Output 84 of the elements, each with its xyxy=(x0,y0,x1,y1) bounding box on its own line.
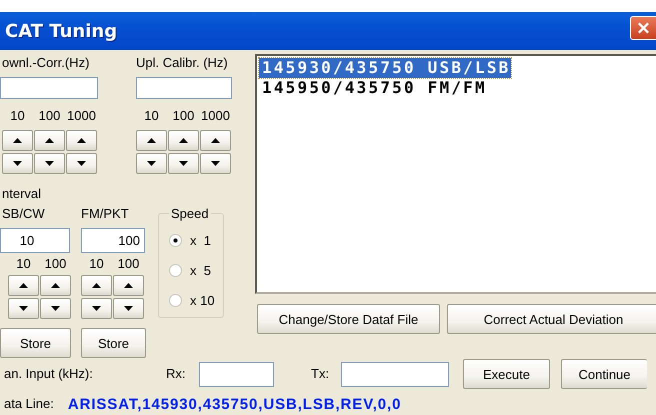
step-down-button[interactable] xyxy=(40,298,71,319)
input-field[interactable] xyxy=(341,362,449,387)
step-up-button[interactable] xyxy=(136,130,167,151)
window-title: CAT Tuning xyxy=(5,20,118,42)
field-label: Upl. Calibr. (Hz) xyxy=(136,55,229,71)
up-triangle-icon xyxy=(13,138,22,143)
step-down-button[interactable] xyxy=(168,153,199,174)
field-label: ownl.-Corr.(Hz) xyxy=(1,55,90,71)
step-down-button[interactable] xyxy=(66,153,97,174)
store-button[interactable]: Store xyxy=(0,328,71,358)
up-triangle-icon xyxy=(77,138,86,143)
step-up-button[interactable] xyxy=(34,130,65,151)
section-label: nterval xyxy=(1,186,42,202)
radio-label[interactable]: x 10 xyxy=(190,292,215,308)
step-label: 100 xyxy=(116,256,140,272)
action-button[interactable]: Correct Actual Deviation xyxy=(447,304,656,334)
step-down-button[interactable] xyxy=(113,298,144,319)
action-button[interactable]: Execute xyxy=(463,359,550,390)
input-field[interactable] xyxy=(199,362,274,387)
step-up-button[interactable] xyxy=(40,275,71,296)
action-button[interactable]: Continue xyxy=(561,359,647,390)
list-item[interactable]: 145950/435750 FM/FM xyxy=(259,78,502,98)
down-triangle-icon xyxy=(19,306,28,311)
down-triangle-icon xyxy=(13,161,22,166)
step-down-button[interactable] xyxy=(2,153,33,174)
radio-button[interactable] xyxy=(169,264,182,276)
field-label: SB/CW xyxy=(1,206,46,222)
down-triangle-icon xyxy=(51,306,60,311)
input-field[interactable] xyxy=(0,77,98,99)
step-up-button[interactable] xyxy=(168,130,199,151)
step-label: 100 xyxy=(172,108,196,124)
field-label: Tx: xyxy=(311,366,330,382)
up-triangle-icon xyxy=(45,138,54,143)
input-field[interactable]: 10 xyxy=(0,228,70,253)
radio-button[interactable] xyxy=(169,234,182,246)
group-label: Speed xyxy=(170,206,210,221)
field-label: FM/PKT xyxy=(81,206,130,222)
up-triangle-icon xyxy=(51,283,60,288)
input-field[interactable] xyxy=(136,77,232,99)
data-line-value: ARISSAT,145930,435750,USB,LSB,REV,0,0 xyxy=(68,396,402,413)
field-label: an. Input (kHz): xyxy=(4,366,94,382)
down-triangle-icon xyxy=(77,161,86,166)
step-down-button[interactable] xyxy=(8,298,39,319)
field-label: ata Line: xyxy=(4,396,54,412)
down-triangle-icon xyxy=(211,161,220,166)
up-triangle-icon xyxy=(179,138,188,143)
down-triangle-icon xyxy=(147,161,156,166)
down-triangle-icon xyxy=(124,306,133,311)
close-icon xyxy=(637,21,650,35)
step-label: 100 xyxy=(38,108,62,124)
close-button[interactable] xyxy=(630,16,656,40)
down-triangle-icon xyxy=(92,306,101,311)
step-label: 10 xyxy=(15,256,32,272)
step-up-button[interactable] xyxy=(2,130,33,151)
radio-label[interactable]: x 5 xyxy=(190,262,211,278)
down-triangle-icon xyxy=(45,161,54,166)
step-down-button[interactable] xyxy=(200,153,231,174)
input-field[interactable]: 100 xyxy=(81,228,145,253)
radio-label[interactable]: x 1 xyxy=(190,232,211,248)
action-button[interactable]: Change/Store Dataf File xyxy=(257,304,440,334)
step-down-button[interactable] xyxy=(136,153,167,174)
step-label: 10 xyxy=(88,256,105,272)
field-label: Rx: xyxy=(166,366,186,382)
step-label: 10 xyxy=(143,108,160,124)
step-label: 100 xyxy=(44,256,68,272)
step-label: 10 xyxy=(9,108,26,124)
up-triangle-icon xyxy=(19,283,28,288)
step-up-button[interactable] xyxy=(66,130,97,151)
step-up-button[interactable] xyxy=(113,275,144,296)
down-triangle-icon xyxy=(179,161,188,166)
radio-button[interactable] xyxy=(169,294,182,306)
step-up-button[interactable] xyxy=(8,275,39,296)
up-triangle-icon xyxy=(211,138,220,143)
up-triangle-icon xyxy=(92,283,101,288)
step-up-button[interactable] xyxy=(81,275,112,296)
up-triangle-icon xyxy=(147,138,156,143)
up-triangle-icon xyxy=(124,283,133,288)
step-down-button[interactable] xyxy=(34,153,65,174)
step-label: 1000 xyxy=(66,108,97,124)
step-label: 1000 xyxy=(200,108,231,124)
store-button[interactable]: Store xyxy=(81,328,146,358)
step-down-button[interactable] xyxy=(81,298,112,319)
list-item[interactable]: 145930/435750 USB/LSB xyxy=(259,58,510,78)
step-up-button[interactable] xyxy=(200,130,231,151)
